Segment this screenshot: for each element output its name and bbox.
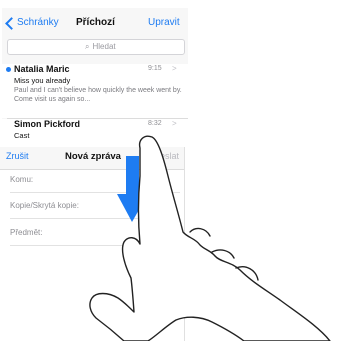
hand-icon xyxy=(89,135,331,341)
swipe-gesture-overlay xyxy=(89,135,331,341)
screen: Schránky Příchozí Upravit Hledat Natalia… xyxy=(0,0,350,341)
